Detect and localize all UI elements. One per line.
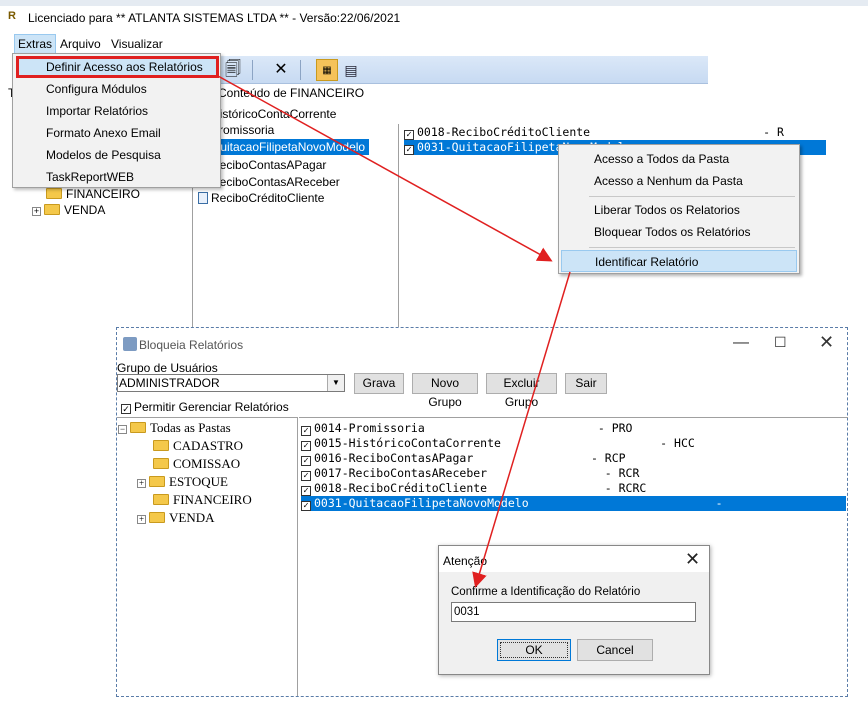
panel-divider [398,124,399,334]
atencao-title: Atenção [443,554,488,568]
folder-icon [153,440,169,451]
main-window-title: Licenciado para ** ATLANTA SISTEMAS LTDA… [28,11,401,25]
checkbox[interactable]: ✓ [301,426,311,436]
checkbox[interactable]: ✓ [404,130,414,140]
identificacao-input[interactable]: 0031 [451,602,696,622]
report-list-row[interactable]: ✓ 0018-ReciboCréditoCliente - RCRC [301,481,846,496]
menu-item-formato-anexo-email[interactable]: Formato Anexo Email [15,122,218,144]
checkbox[interactable]: ✓ [301,501,311,511]
checkbox[interactable]: ✓ [301,441,311,451]
report-list-row-selected[interactable]: ✓ 0031-QuitacaoFilipetaNovoModelo - [301,496,846,511]
permitir-gerenciar-checkbox[interactable]: ✓ Permitir Gerenciar Relatórios [121,400,289,414]
tree-item-cadastro[interactable]: CADASTRO [153,438,243,454]
menu-arquivo[interactable]: Arquivo [57,34,104,54]
expand-icon[interactable]: + [137,515,146,524]
bg-report-item[interactable]: ReciboCréditoCliente [198,190,324,206]
checkbox[interactable]: ✓ [301,456,311,466]
ctx-liberar-todos[interactable]: Liberar Todos os Relatorios [561,199,797,221]
checkbox[interactable]: ✓ [121,404,131,414]
toolbar: 🗐 ✕ ▦ ▤ [220,56,708,84]
extras-dropdown-menu: Definir Acesso aos Relatórios Configura … [12,53,221,188]
ctx-identificar-relatorio[interactable]: Identificar Relatório [561,250,797,272]
toolbar-separator [252,60,253,80]
folder-icon [130,422,146,433]
sair-button[interactable]: Sair [565,373,607,394]
menu-bar: Extras Arquivo Visualizar [8,34,708,54]
menu-item-importar-relatorios[interactable]: Importar Relatórios [15,100,218,122]
close-icon[interactable]: ✕ [685,549,700,570]
folder-icon [46,188,62,199]
report-list-row[interactable]: ✓ 0017-ReciboContasAReceber - RCR [301,466,846,481]
folder-open-icon [153,494,169,505]
app-icon: R [8,10,16,22]
minimize-icon[interactable]: — [733,334,753,354]
ctx-acesso-todos[interactable]: Acesso a Todos da Pasta [561,148,797,170]
expand-icon[interactable]: + [32,207,41,216]
menu-item-configura-modulos[interactable]: Configura Módulos [15,78,218,100]
grupo-usuarios-label: Grupo de Usuários [117,361,218,375]
folder-icon [153,458,169,469]
report-list-row[interactable]: ✓ 0014-Promissoria - PRO [301,421,846,436]
bg-list-row[interactable]: ✓ 0018-ReciboCréditoCliente - R [404,125,784,140]
tree-item-venda[interactable]: + VENDA [137,510,215,526]
chevron-down-icon[interactable]: ▼ [327,375,344,391]
tree-item-financeiro[interactable]: FINANCEIRO [153,492,252,508]
content-label: Conteúdo de FINANCEIRO [218,86,365,100]
menu-separator [589,196,795,197]
grupo-usuarios-select[interactable]: ADMINISTRADOR ▼ [117,374,345,392]
grava-button[interactable]: Grava [354,373,404,394]
folder-tree: − Todas as Pastas CADASTRO COMISSAO + ESTO… [117,417,298,696]
close-x-icon[interactable]: ✕ [270,59,292,81]
folder-icon [44,204,60,215]
dialog-app-icon [123,337,137,351]
list-view-icon[interactable]: ▤ [340,59,362,81]
novo-grupo-button[interactable]: Novo Grupo [412,373,478,409]
dialog-title: Bloqueia Relatórios [139,338,244,352]
menu-extras[interactable]: Extras [14,34,57,54]
checkbox[interactable]: ✓ [301,486,311,496]
excluir-grupo-button[interactable]: Excluir Grupo [486,373,557,409]
open-icon[interactable]: 🗐 [222,59,244,81]
bg-report-item-selected[interactable]: QuitacaoFilipetaNovoModelo [198,139,370,155]
tree-root-todas-pastas[interactable]: − Todas as Pastas [118,420,231,436]
collapse-icon[interactable]: − [118,425,127,434]
identificacao-label: Confirme a Identificação do Relatório [451,586,641,598]
menu-separator [589,247,795,248]
cancel-button[interactable]: Cancel [577,639,653,661]
folder-icon [149,476,165,487]
menu-visualizar[interactable]: Visualizar [108,34,166,54]
expand-icon[interactable]: + [137,479,146,488]
menu-item-modelos-pesquisa[interactable]: Modelos de Pesquisa [15,144,218,166]
menu-item-taskreportweb[interactable]: TaskReportWEB [15,166,218,188]
ok-button[interactable]: OK [497,639,571,661]
tree-item-comissao[interactable]: COMISSAO [153,456,240,472]
ctx-acesso-nenhum[interactable]: Acesso a Nenhum da Pasta [561,170,797,192]
bg-tree-item[interactable]: + VENDA [32,202,105,218]
atencao-dialog: Atenção ✕ Confirme a Identificação do Re… [438,545,710,675]
close-icon[interactable]: ✕ [819,332,839,352]
maximize-icon[interactable]: ☐ [774,334,794,354]
ctx-bloquear-todos[interactable]: Bloquear Todos os Relatórios [561,221,797,243]
report-list-row[interactable]: ✓ 0016-ReciboContasAPagar - RCP [301,451,846,466]
menu-item-definir-acesso[interactable]: Definir Acesso aos Relatórios [15,56,218,78]
checkbox[interactable]: ✓ [404,145,414,155]
toolbar-separator [300,60,301,80]
folder-icon [149,512,165,523]
checkbox[interactable]: ✓ [301,471,311,481]
report-list-row[interactable]: ✓ 0015-HistóricoContaCorrente - HCC [301,436,846,451]
grid-view-icon[interactable]: ▦ [316,59,338,81]
context-menu: Acesso a Todos da Pasta Acesso a Nenhum … [558,144,800,274]
document-icon [198,192,208,204]
bg-tree-item[interactable]: FINANCEIRO [46,186,140,202]
tree-item-estoque[interactable]: + ESTOQUE [137,474,228,490]
